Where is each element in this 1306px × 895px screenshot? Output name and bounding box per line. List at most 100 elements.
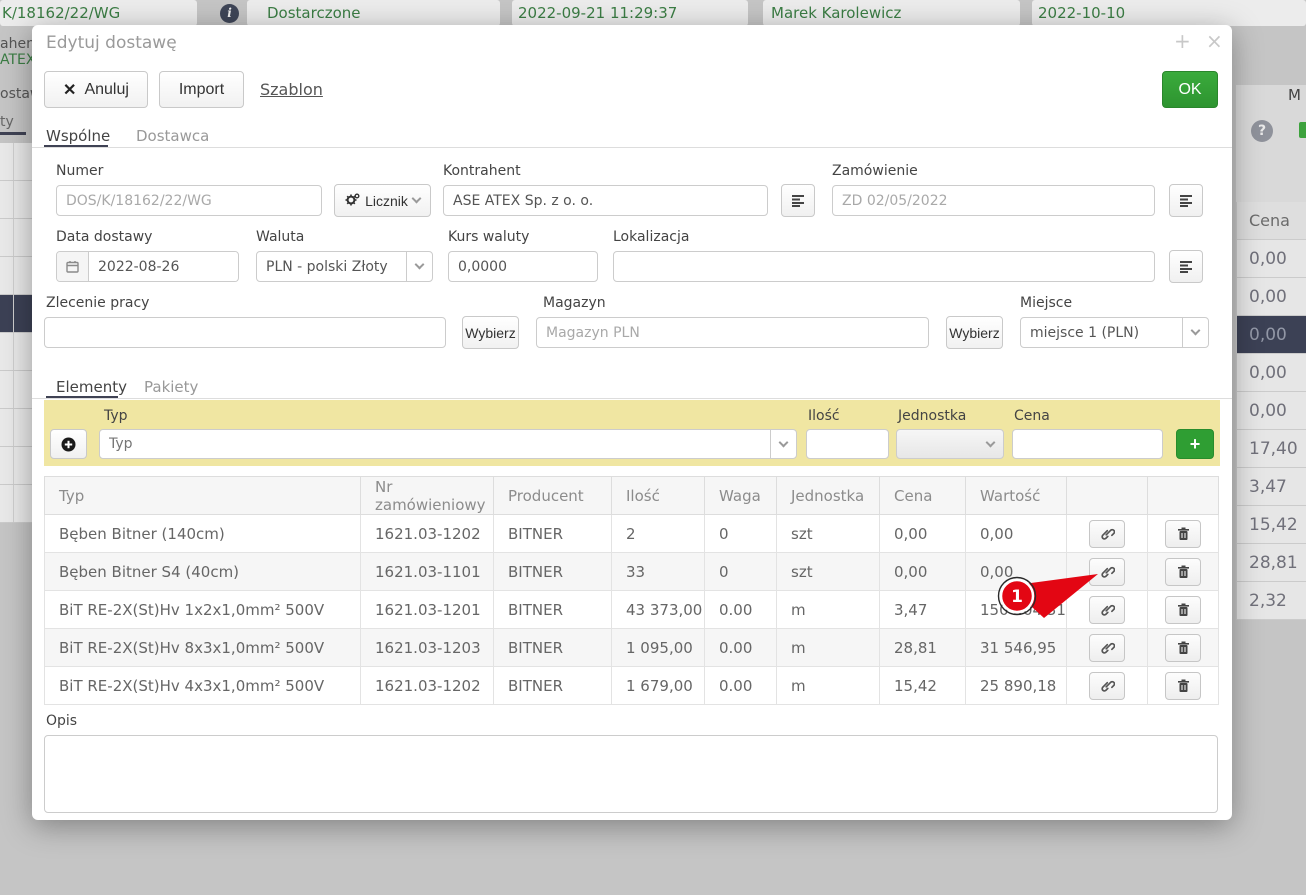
plus-icon: + — [1190, 434, 1201, 455]
cell-jednostka: szt — [777, 515, 880, 553]
bg-cena-cell: 0,00 — [1236, 240, 1306, 278]
magazyn-label: Magazyn — [543, 295, 606, 311]
close-icon[interactable]: × — [1206, 31, 1223, 51]
maximize-icon[interactable]: + — [1174, 31, 1191, 51]
zlecenie-pracy-field[interactable] — [44, 317, 446, 348]
table-row: BiT RE-2X(St)Hv 1x2x1,0mm² 500V1621.03-1… — [45, 591, 1219, 629]
link-button[interactable] — [1089, 520, 1125, 548]
data-dostawy-group — [56, 251, 239, 282]
lokalizacja-label: Lokalizacja — [613, 229, 689, 245]
tab-pakiety[interactable]: Pakiety — [144, 378, 198, 396]
cell-producent: BITNER — [494, 553, 612, 591]
cell-ilosc: 33 — [612, 553, 705, 591]
delete-button[interactable] — [1165, 520, 1201, 548]
cell-waga: 0.00 — [705, 591, 777, 629]
bg-grid-row — [0, 409, 32, 447]
template-link[interactable]: Szablon — [260, 80, 323, 99]
cell-producent: BITNER — [494, 667, 612, 705]
delete-button[interactable] — [1165, 596, 1201, 624]
tab-dostawca[interactable]: Dostawca — [136, 127, 209, 145]
ok-button-label: OK — [1178, 81, 1201, 99]
licznik-button-label: Licznik — [365, 193, 408, 209]
delete-button[interactable] — [1165, 634, 1201, 662]
cell-producent: BITNER — [494, 515, 612, 553]
link-button[interactable] — [1089, 596, 1125, 624]
expand-add-button[interactable] — [50, 429, 87, 459]
cell-jednostka: szt — [777, 553, 880, 591]
chevron-down-icon — [411, 194, 421, 204]
add-item-bar: Typ Ilość Jednostka Cena + — [44, 400, 1220, 466]
tabs-divider — [32, 398, 1232, 399]
cancel-button[interactable]: ✕ Anuluj — [44, 71, 148, 108]
action-cell — [1067, 515, 1148, 553]
bg-grid-row — [0, 219, 32, 257]
magazyn-field[interactable] — [536, 317, 929, 348]
bg-fragment: ATEX — [0, 52, 35, 68]
magazyn-wybierz-button[interactable]: Wybierz — [946, 316, 1003, 349]
lokalizacja-field[interactable] — [613, 251, 1155, 282]
cell-waga: 0 — [705, 515, 777, 553]
zlecenie-wybierz-button[interactable]: Wybierz — [462, 316, 519, 349]
cell-cena: 28,81 — [880, 629, 966, 667]
data-dostawy-field[interactable] — [89, 252, 237, 281]
cell-wartosc: 25 890,18 — [966, 667, 1067, 705]
bg-cena-cell: 0,00 — [1236, 392, 1306, 430]
tab-wspolne[interactable]: Wspólne — [46, 127, 110, 145]
lokalizacja-list-button[interactable] — [1169, 250, 1203, 283]
licznik-button[interactable]: Licznik — [334, 184, 431, 217]
waluta-value: PLN - polski Złoty — [257, 259, 406, 275]
zamowienie-list-button[interactable] — [1169, 184, 1203, 217]
bg-cena-cell: 0,00 — [1236, 278, 1306, 316]
cell-jednostka: m — [777, 629, 880, 667]
chevron-down-icon — [977, 443, 1003, 446]
kontrahent-field[interactable] — [443, 185, 768, 216]
bg-grid-row — [0, 181, 32, 219]
cell-ilosc: 43 373,00 — [612, 591, 705, 629]
add-item-button[interactable]: + — [1176, 429, 1214, 459]
bg-cena-cell: 0,00 — [1236, 354, 1306, 392]
cell-waga: 0 — [705, 553, 777, 591]
cancel-button-label: Anuluj — [84, 81, 128, 99]
kurs-waluty-field[interactable] — [448, 251, 598, 282]
bg-grid-row — [0, 371, 32, 409]
action-cell — [1067, 553, 1148, 591]
waluta-select[interactable]: PLN - polski Złoty — [256, 251, 433, 282]
action-cell — [1067, 667, 1148, 705]
ilosc-input[interactable] — [806, 429, 889, 459]
list-icon — [791, 194, 805, 207]
jednostka-select[interactable] — [896, 429, 1004, 459]
gears-icon — [345, 193, 360, 208]
ok-button[interactable]: OK — [1162, 71, 1218, 108]
opis-textarea[interactable] — [44, 735, 1218, 813]
cell-producent: BITNER — [494, 591, 612, 629]
items-table-header: Typ Nr zamówieniowy Producent Ilość Waga… — [45, 477, 1219, 515]
link-button[interactable] — [1089, 672, 1125, 700]
cell-waga: 0.00 — [705, 629, 777, 667]
trash-icon — [1177, 603, 1190, 617]
miejsce-value: miejsce 1 (PLN) — [1021, 325, 1182, 341]
delete-button[interactable] — [1165, 558, 1201, 586]
bg-grid-row — [0, 447, 32, 485]
miejsce-select[interactable]: miejsce 1 (PLN) — [1020, 317, 1209, 348]
trash-icon — [1177, 527, 1190, 541]
kontrahent-list-button[interactable] — [781, 184, 815, 217]
link-icon — [1100, 678, 1115, 693]
link-button[interactable] — [1089, 558, 1125, 586]
list-icon — [1179, 260, 1193, 273]
typ-input[interactable] — [100, 430, 770, 458]
tab-elementy[interactable]: Elementy — [56, 378, 127, 396]
cell-nr: 1621.03-1203 — [361, 629, 494, 667]
calendar-icon — [57, 252, 89, 281]
cell-producent: BITNER — [494, 629, 612, 667]
cena-input[interactable] — [1012, 429, 1163, 459]
import-button[interactable]: Import — [159, 71, 244, 108]
link-button[interactable] — [1089, 634, 1125, 662]
link-icon — [1100, 564, 1115, 579]
typ-combobox[interactable] — [99, 429, 797, 459]
numer-field[interactable] — [56, 185, 322, 216]
bg-cena-cell: 28,81 — [1236, 544, 1306, 582]
delete-button[interactable] — [1165, 672, 1201, 700]
bg-header-cell: Dostarczone — [247, 0, 500, 26]
col-wartosc: Wartość — [966, 477, 1067, 515]
zamowienie-field[interactable] — [832, 185, 1155, 216]
